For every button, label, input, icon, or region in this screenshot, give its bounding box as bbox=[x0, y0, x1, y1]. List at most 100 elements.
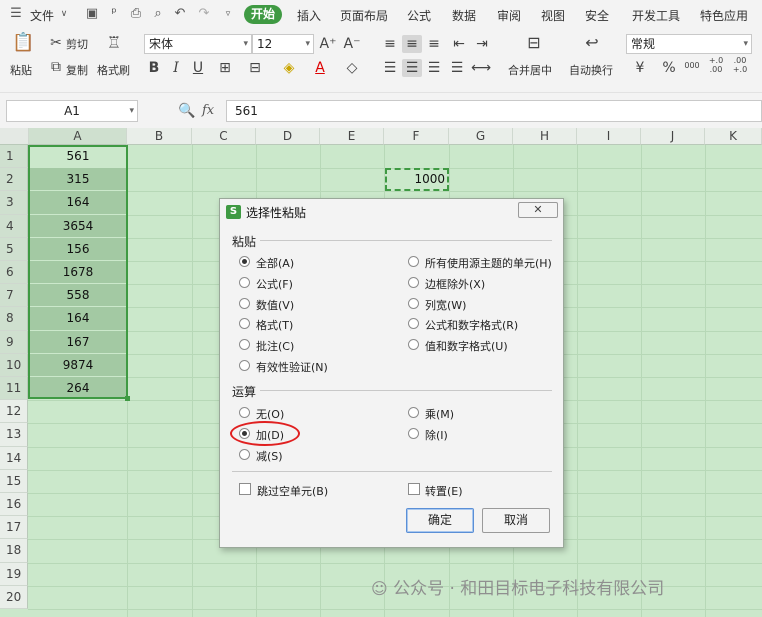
row-header-8[interactable]: 8 bbox=[0, 307, 28, 331]
radio-op-right-0[interactable] bbox=[408, 407, 419, 418]
radio-op-left-0[interactable] bbox=[239, 407, 250, 418]
row-header-3[interactable]: 3 bbox=[0, 191, 28, 215]
clear-icon[interactable]: ◇ bbox=[342, 59, 362, 77]
bold-icon[interactable]: B bbox=[146, 59, 162, 77]
tab-data[interactable]: 数据 bbox=[452, 7, 476, 24]
cut-button[interactable]: 剪切 bbox=[66, 36, 88, 52]
column-header-h[interactable]: H bbox=[513, 128, 577, 145]
fill-handle[interactable] bbox=[125, 396, 130, 401]
align-right-icon[interactable]: ☰ bbox=[425, 59, 443, 77]
row-header-18[interactable]: 18 bbox=[0, 539, 28, 563]
row-header-4[interactable]: 4 bbox=[0, 214, 28, 238]
increase-font-icon[interactable]: A⁺ bbox=[318, 35, 338, 53]
radio-paste-left-2[interactable] bbox=[239, 297, 250, 309]
fill-color-icon[interactable]: ◈ bbox=[278, 59, 300, 77]
distributed-icon[interactable]: ⟷ bbox=[471, 59, 491, 77]
column-header-k[interactable]: K bbox=[705, 128, 762, 145]
merge-center-icon[interactable]: ⊟ bbox=[522, 34, 546, 52]
cancel-button[interactable]: 取消 bbox=[482, 508, 550, 533]
radio-paste-left-4[interactable] bbox=[239, 339, 250, 351]
row-header-9[interactable]: 9 bbox=[0, 330, 28, 354]
print-preview-icon[interactable]: ⌕ bbox=[150, 6, 166, 22]
tab-security[interactable]: 安全 bbox=[585, 7, 609, 24]
radio-paste-left-3[interactable] bbox=[239, 318, 250, 330]
align-left-icon[interactable]: ☰ bbox=[381, 59, 399, 77]
number-format-select[interactable]: 常规 ▾ bbox=[626, 34, 752, 54]
ok-button[interactable]: 确定 bbox=[406, 508, 474, 533]
column-header-i[interactable]: I bbox=[577, 128, 641, 145]
column-header-d[interactable]: D bbox=[256, 128, 320, 145]
transpose-checkbox[interactable] bbox=[408, 483, 420, 495]
radio-paste-right-2[interactable] bbox=[408, 297, 419, 309]
tab-formulas[interactable]: 公式 bbox=[407, 7, 431, 24]
align-middle-icon[interactable]: ≡ bbox=[402, 35, 422, 53]
column-header-a[interactable]: A bbox=[29, 128, 127, 145]
increase-indent-icon[interactable]: ⇥ bbox=[473, 35, 491, 53]
row-header-7[interactable]: 7 bbox=[0, 284, 28, 308]
tab-insert[interactable]: 插入 bbox=[297, 7, 321, 24]
wrap-text-icon[interactable]: ↩ bbox=[580, 34, 604, 52]
paste-icon[interactable]: 📋 bbox=[12, 34, 34, 52]
column-header-c[interactable]: C bbox=[192, 128, 256, 145]
decrease-indent-icon[interactable]: ⇤ bbox=[450, 35, 468, 53]
undo-icon[interactable]: ↶ bbox=[172, 6, 188, 22]
column-header-e[interactable]: E bbox=[320, 128, 384, 145]
row-header-19[interactable]: 19 bbox=[0, 562, 28, 586]
border-icon[interactable]: ⊞ bbox=[214, 59, 236, 77]
row-header-10[interactable]: 10 bbox=[0, 353, 28, 377]
name-box[interactable]: A1 ▾ bbox=[6, 100, 138, 122]
tab-developer[interactable]: 开发工具 bbox=[632, 7, 680, 24]
format-painter-icon[interactable]: ♖ bbox=[104, 34, 124, 52]
wrap-text-button[interactable]: 自动换行 bbox=[569, 62, 613, 78]
tab-start[interactable]: 开始 bbox=[244, 5, 282, 24]
close-icon[interactable]: ✕ bbox=[518, 202, 558, 218]
row-header-20[interactable]: 20 bbox=[0, 585, 28, 609]
radio-paste-left-1[interactable] bbox=[239, 276, 250, 288]
radio-paste-right-3[interactable] bbox=[408, 318, 419, 330]
export-pdf-icon[interactable]: ᵖ bbox=[106, 6, 122, 22]
radio-paste-left-5[interactable] bbox=[239, 360, 250, 371]
align-center-icon[interactable]: ☰ bbox=[402, 59, 422, 77]
file-menu[interactable]: 文件 bbox=[30, 7, 54, 24]
radio-paste-right-1[interactable] bbox=[408, 276, 419, 288]
tab-special[interactable]: 特色应用 bbox=[700, 7, 748, 24]
copied-cell-f2[interactable]: 1000 bbox=[385, 168, 449, 191]
merge-center-button[interactable]: 合并居中 bbox=[508, 62, 552, 78]
format-painter-button[interactable]: 格式刷 bbox=[97, 62, 130, 78]
row-header-2[interactable]: 2 bbox=[0, 168, 28, 192]
row-header-16[interactable]: 16 bbox=[0, 493, 28, 517]
font-name-select[interactable]: 宋体 ▾ bbox=[144, 34, 252, 54]
font-size-select[interactable]: 12 ▾ bbox=[252, 34, 314, 54]
decrease-font-icon[interactable]: A⁻ bbox=[342, 35, 362, 53]
print-icon[interactable]: ⎙ bbox=[128, 6, 144, 22]
row-header-6[interactable]: 6 bbox=[0, 261, 28, 285]
skip-blanks-checkbox[interactable] bbox=[239, 483, 251, 495]
cut-icon[interactable]: ✂ bbox=[48, 34, 64, 52]
row-header-1[interactable]: 1 bbox=[0, 145, 28, 169]
column-header-j[interactable]: J bbox=[641, 128, 705, 145]
formula-input[interactable]: 561 bbox=[226, 100, 762, 122]
row-header-14[interactable]: 14 bbox=[0, 446, 28, 470]
radio-op-left-2[interactable] bbox=[239, 449, 250, 460]
radio-paste-right-0[interactable] bbox=[408, 256, 419, 267]
align-bottom-icon[interactable]: ≡ bbox=[425, 35, 443, 53]
decrease-decimal-icon[interactable]: .00 +.0 bbox=[730, 56, 750, 74]
quick-access-dropdown-icon[interactable]: ▿ bbox=[220, 6, 236, 22]
tab-page-layout[interactable]: 页面布局 bbox=[340, 7, 388, 24]
select-all-corner[interactable] bbox=[0, 128, 29, 145]
row-header-13[interactable]: 13 bbox=[0, 423, 28, 447]
zoom-icon[interactable]: 🔍 bbox=[178, 103, 195, 119]
font-color-icon[interactable]: A bbox=[310, 59, 330, 77]
fill-style-icon[interactable]: ⊟ bbox=[244, 59, 266, 77]
increase-decimal-icon[interactable]: +.0 .00 bbox=[706, 56, 726, 74]
chevron-down-icon[interactable]: ∨ bbox=[56, 6, 72, 22]
percent-icon[interactable]: % bbox=[660, 59, 678, 77]
row-header-12[interactable]: 12 bbox=[0, 400, 28, 424]
redo-icon[interactable]: ↷ bbox=[196, 6, 212, 22]
fx-icon[interactable]: fx bbox=[202, 103, 214, 118]
row-header-11[interactable]: 11 bbox=[0, 377, 28, 401]
column-header-b[interactable]: B bbox=[127, 128, 192, 145]
currency-icon[interactable]: ¥ bbox=[630, 59, 650, 77]
tab-view[interactable]: 视图 bbox=[541, 7, 565, 24]
justify-icon[interactable]: ☰ bbox=[448, 59, 466, 77]
